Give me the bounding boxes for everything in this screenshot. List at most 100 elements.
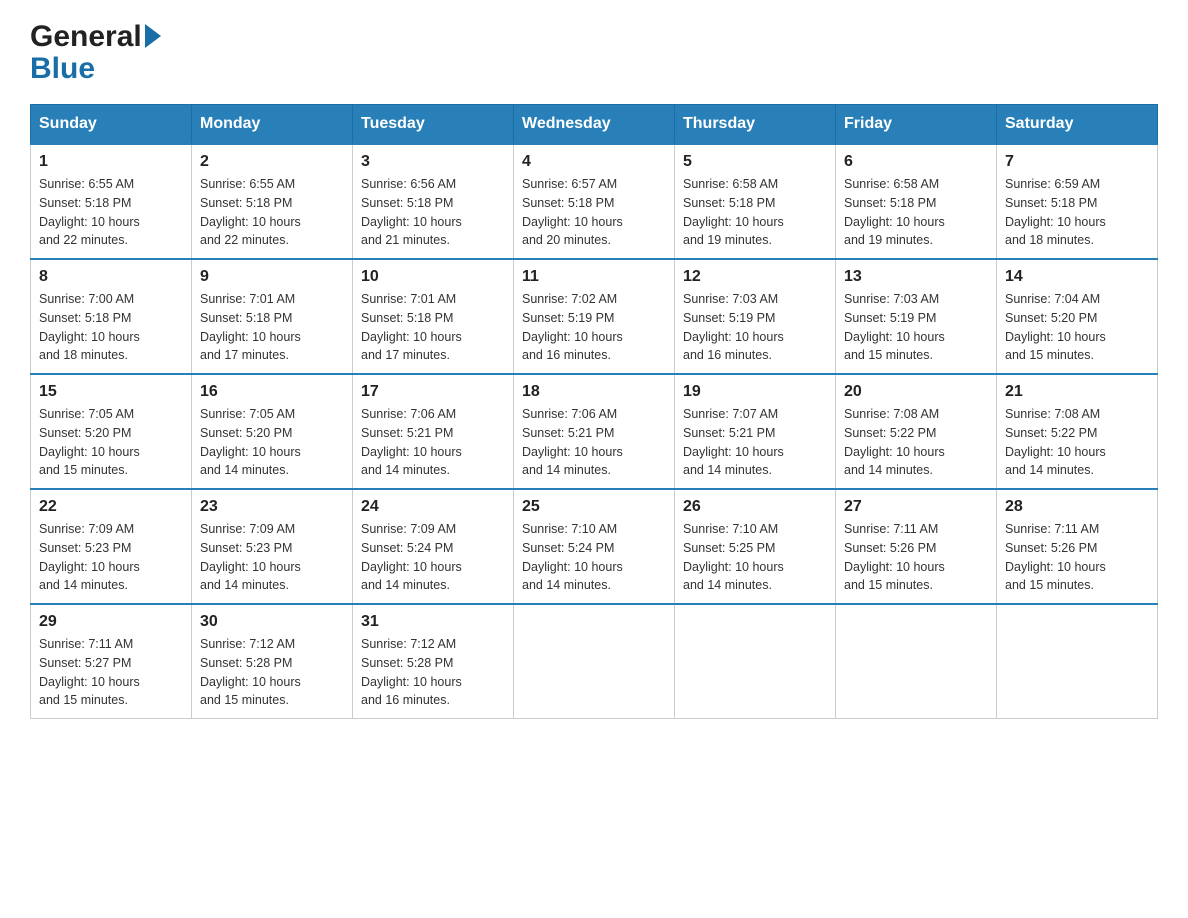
calendar-cell: 5 Sunrise: 6:58 AMSunset: 5:18 PMDayligh… bbox=[675, 144, 836, 259]
calendar-cell: 29 Sunrise: 7:11 AMSunset: 5:27 PMDaylig… bbox=[31, 604, 192, 719]
day-info: Sunrise: 7:10 AMSunset: 5:25 PMDaylight:… bbox=[683, 522, 784, 592]
col-header-thursday: Thursday bbox=[675, 105, 836, 145]
calendar-cell: 19 Sunrise: 7:07 AMSunset: 5:21 PMDaylig… bbox=[675, 374, 836, 489]
day-number: 21 bbox=[1005, 383, 1149, 401]
day-info: Sunrise: 7:06 AMSunset: 5:21 PMDaylight:… bbox=[361, 407, 462, 477]
day-info: Sunrise: 7:11 AMSunset: 5:26 PMDaylight:… bbox=[844, 522, 945, 592]
day-info: Sunrise: 6:58 AMSunset: 5:18 PMDaylight:… bbox=[844, 177, 945, 247]
day-info: Sunrise: 7:01 AMSunset: 5:18 PMDaylight:… bbox=[361, 292, 462, 362]
day-info: Sunrise: 7:11 AMSunset: 5:27 PMDaylight:… bbox=[39, 637, 140, 707]
day-number: 31 bbox=[361, 613, 505, 631]
calendar-cell: 21 Sunrise: 7:08 AMSunset: 5:22 PMDaylig… bbox=[997, 374, 1158, 489]
calendar-cell: 11 Sunrise: 7:02 AMSunset: 5:19 PMDaylig… bbox=[514, 259, 675, 374]
day-number: 30 bbox=[200, 613, 344, 631]
day-number: 26 bbox=[683, 498, 827, 516]
day-number: 10 bbox=[361, 268, 505, 286]
day-number: 7 bbox=[1005, 153, 1149, 171]
day-number: 8 bbox=[39, 268, 183, 286]
calendar-week-1: 1 Sunrise: 6:55 AMSunset: 5:18 PMDayligh… bbox=[31, 144, 1158, 259]
logo: General Blue bbox=[30, 20, 161, 84]
day-number: 19 bbox=[683, 383, 827, 401]
calendar-cell: 8 Sunrise: 7:00 AMSunset: 5:18 PMDayligh… bbox=[31, 259, 192, 374]
calendar-cell bbox=[675, 604, 836, 719]
calendar-cell: 14 Sunrise: 7:04 AMSunset: 5:20 PMDaylig… bbox=[997, 259, 1158, 374]
day-info: Sunrise: 7:03 AMSunset: 5:19 PMDaylight:… bbox=[844, 292, 945, 362]
day-number: 27 bbox=[844, 498, 988, 516]
calendar-cell: 25 Sunrise: 7:10 AMSunset: 5:24 PMDaylig… bbox=[514, 489, 675, 604]
day-number: 2 bbox=[200, 153, 344, 171]
day-number: 6 bbox=[844, 153, 988, 171]
logo-blue-text: Blue bbox=[30, 54, 95, 84]
day-number: 1 bbox=[39, 153, 183, 171]
day-number: 25 bbox=[522, 498, 666, 516]
day-number: 4 bbox=[522, 153, 666, 171]
col-header-wednesday: Wednesday bbox=[514, 105, 675, 145]
calendar-cell: 22 Sunrise: 7:09 AMSunset: 5:23 PMDaylig… bbox=[31, 489, 192, 604]
calendar-cell: 13 Sunrise: 7:03 AMSunset: 5:19 PMDaylig… bbox=[836, 259, 997, 374]
day-number: 5 bbox=[683, 153, 827, 171]
day-number: 24 bbox=[361, 498, 505, 516]
day-info: Sunrise: 7:05 AMSunset: 5:20 PMDaylight:… bbox=[200, 407, 301, 477]
day-info: Sunrise: 7:09 AMSunset: 5:23 PMDaylight:… bbox=[200, 522, 301, 592]
calendar-week-3: 15 Sunrise: 7:05 AMSunset: 5:20 PMDaylig… bbox=[31, 374, 1158, 489]
col-header-saturday: Saturday bbox=[997, 105, 1158, 145]
col-header-monday: Monday bbox=[192, 105, 353, 145]
day-info: Sunrise: 6:55 AMSunset: 5:18 PMDaylight:… bbox=[200, 177, 301, 247]
calendar-cell: 17 Sunrise: 7:06 AMSunset: 5:21 PMDaylig… bbox=[353, 374, 514, 489]
day-info: Sunrise: 7:06 AMSunset: 5:21 PMDaylight:… bbox=[522, 407, 623, 477]
calendar-cell: 9 Sunrise: 7:01 AMSunset: 5:18 PMDayligh… bbox=[192, 259, 353, 374]
logo-triangle-icon bbox=[145, 24, 161, 48]
day-info: Sunrise: 7:11 AMSunset: 5:26 PMDaylight:… bbox=[1005, 522, 1106, 592]
calendar-cell: 1 Sunrise: 6:55 AMSunset: 5:18 PMDayligh… bbox=[31, 144, 192, 259]
calendar-cell: 12 Sunrise: 7:03 AMSunset: 5:19 PMDaylig… bbox=[675, 259, 836, 374]
day-info: Sunrise: 7:12 AMSunset: 5:28 PMDaylight:… bbox=[200, 637, 301, 707]
day-number: 16 bbox=[200, 383, 344, 401]
day-number: 22 bbox=[39, 498, 183, 516]
day-number: 9 bbox=[200, 268, 344, 286]
calendar-cell: 30 Sunrise: 7:12 AMSunset: 5:28 PMDaylig… bbox=[192, 604, 353, 719]
col-header-sunday: Sunday bbox=[31, 105, 192, 145]
calendar-cell: 16 Sunrise: 7:05 AMSunset: 5:20 PMDaylig… bbox=[192, 374, 353, 489]
day-number: 12 bbox=[683, 268, 827, 286]
calendar-cell: 4 Sunrise: 6:57 AMSunset: 5:18 PMDayligh… bbox=[514, 144, 675, 259]
calendar-cell: 10 Sunrise: 7:01 AMSunset: 5:18 PMDaylig… bbox=[353, 259, 514, 374]
calendar-cell: 2 Sunrise: 6:55 AMSunset: 5:18 PMDayligh… bbox=[192, 144, 353, 259]
calendar-cell: 27 Sunrise: 7:11 AMSunset: 5:26 PMDaylig… bbox=[836, 489, 997, 604]
calendar-header-row: SundayMondayTuesdayWednesdayThursdayFrid… bbox=[31, 105, 1158, 145]
calendar-cell: 24 Sunrise: 7:09 AMSunset: 5:24 PMDaylig… bbox=[353, 489, 514, 604]
calendar-cell bbox=[997, 604, 1158, 719]
day-number: 29 bbox=[39, 613, 183, 631]
calendar-cell: 15 Sunrise: 7:05 AMSunset: 5:20 PMDaylig… bbox=[31, 374, 192, 489]
day-number: 28 bbox=[1005, 498, 1149, 516]
calendar-cell bbox=[836, 604, 997, 719]
calendar-cell: 7 Sunrise: 6:59 AMSunset: 5:18 PMDayligh… bbox=[997, 144, 1158, 259]
day-info: Sunrise: 7:08 AMSunset: 5:22 PMDaylight:… bbox=[1005, 407, 1106, 477]
day-info: Sunrise: 7:08 AMSunset: 5:22 PMDaylight:… bbox=[844, 407, 945, 477]
day-info: Sunrise: 7:02 AMSunset: 5:19 PMDaylight:… bbox=[522, 292, 623, 362]
day-info: Sunrise: 6:57 AMSunset: 5:18 PMDaylight:… bbox=[522, 177, 623, 247]
day-info: Sunrise: 7:05 AMSunset: 5:20 PMDaylight:… bbox=[39, 407, 140, 477]
day-info: Sunrise: 7:01 AMSunset: 5:18 PMDaylight:… bbox=[200, 292, 301, 362]
day-number: 11 bbox=[522, 268, 666, 286]
calendar-week-5: 29 Sunrise: 7:11 AMSunset: 5:27 PMDaylig… bbox=[31, 604, 1158, 719]
calendar-cell: 6 Sunrise: 6:58 AMSunset: 5:18 PMDayligh… bbox=[836, 144, 997, 259]
day-info: Sunrise: 7:09 AMSunset: 5:23 PMDaylight:… bbox=[39, 522, 140, 592]
calendar-cell: 23 Sunrise: 7:09 AMSunset: 5:23 PMDaylig… bbox=[192, 489, 353, 604]
day-info: Sunrise: 7:04 AMSunset: 5:20 PMDaylight:… bbox=[1005, 292, 1106, 362]
logo-general-text: General bbox=[30, 20, 142, 54]
day-number: 17 bbox=[361, 383, 505, 401]
calendar-table: SundayMondayTuesdayWednesdayThursdayFrid… bbox=[30, 104, 1158, 719]
day-info: Sunrise: 6:59 AMSunset: 5:18 PMDaylight:… bbox=[1005, 177, 1106, 247]
day-info: Sunrise: 7:09 AMSunset: 5:24 PMDaylight:… bbox=[361, 522, 462, 592]
day-info: Sunrise: 7:00 AMSunset: 5:18 PMDaylight:… bbox=[39, 292, 140, 362]
calendar-week-2: 8 Sunrise: 7:00 AMSunset: 5:18 PMDayligh… bbox=[31, 259, 1158, 374]
calendar-cell: 31 Sunrise: 7:12 AMSunset: 5:28 PMDaylig… bbox=[353, 604, 514, 719]
calendar-week-4: 22 Sunrise: 7:09 AMSunset: 5:23 PMDaylig… bbox=[31, 489, 1158, 604]
calendar-cell: 3 Sunrise: 6:56 AMSunset: 5:18 PMDayligh… bbox=[353, 144, 514, 259]
calendar-cell: 20 Sunrise: 7:08 AMSunset: 5:22 PMDaylig… bbox=[836, 374, 997, 489]
day-info: Sunrise: 7:12 AMSunset: 5:28 PMDaylight:… bbox=[361, 637, 462, 707]
day-info: Sunrise: 7:10 AMSunset: 5:24 PMDaylight:… bbox=[522, 522, 623, 592]
calendar-cell: 26 Sunrise: 7:10 AMSunset: 5:25 PMDaylig… bbox=[675, 489, 836, 604]
day-info: Sunrise: 7:07 AMSunset: 5:21 PMDaylight:… bbox=[683, 407, 784, 477]
col-header-tuesday: Tuesday bbox=[353, 105, 514, 145]
